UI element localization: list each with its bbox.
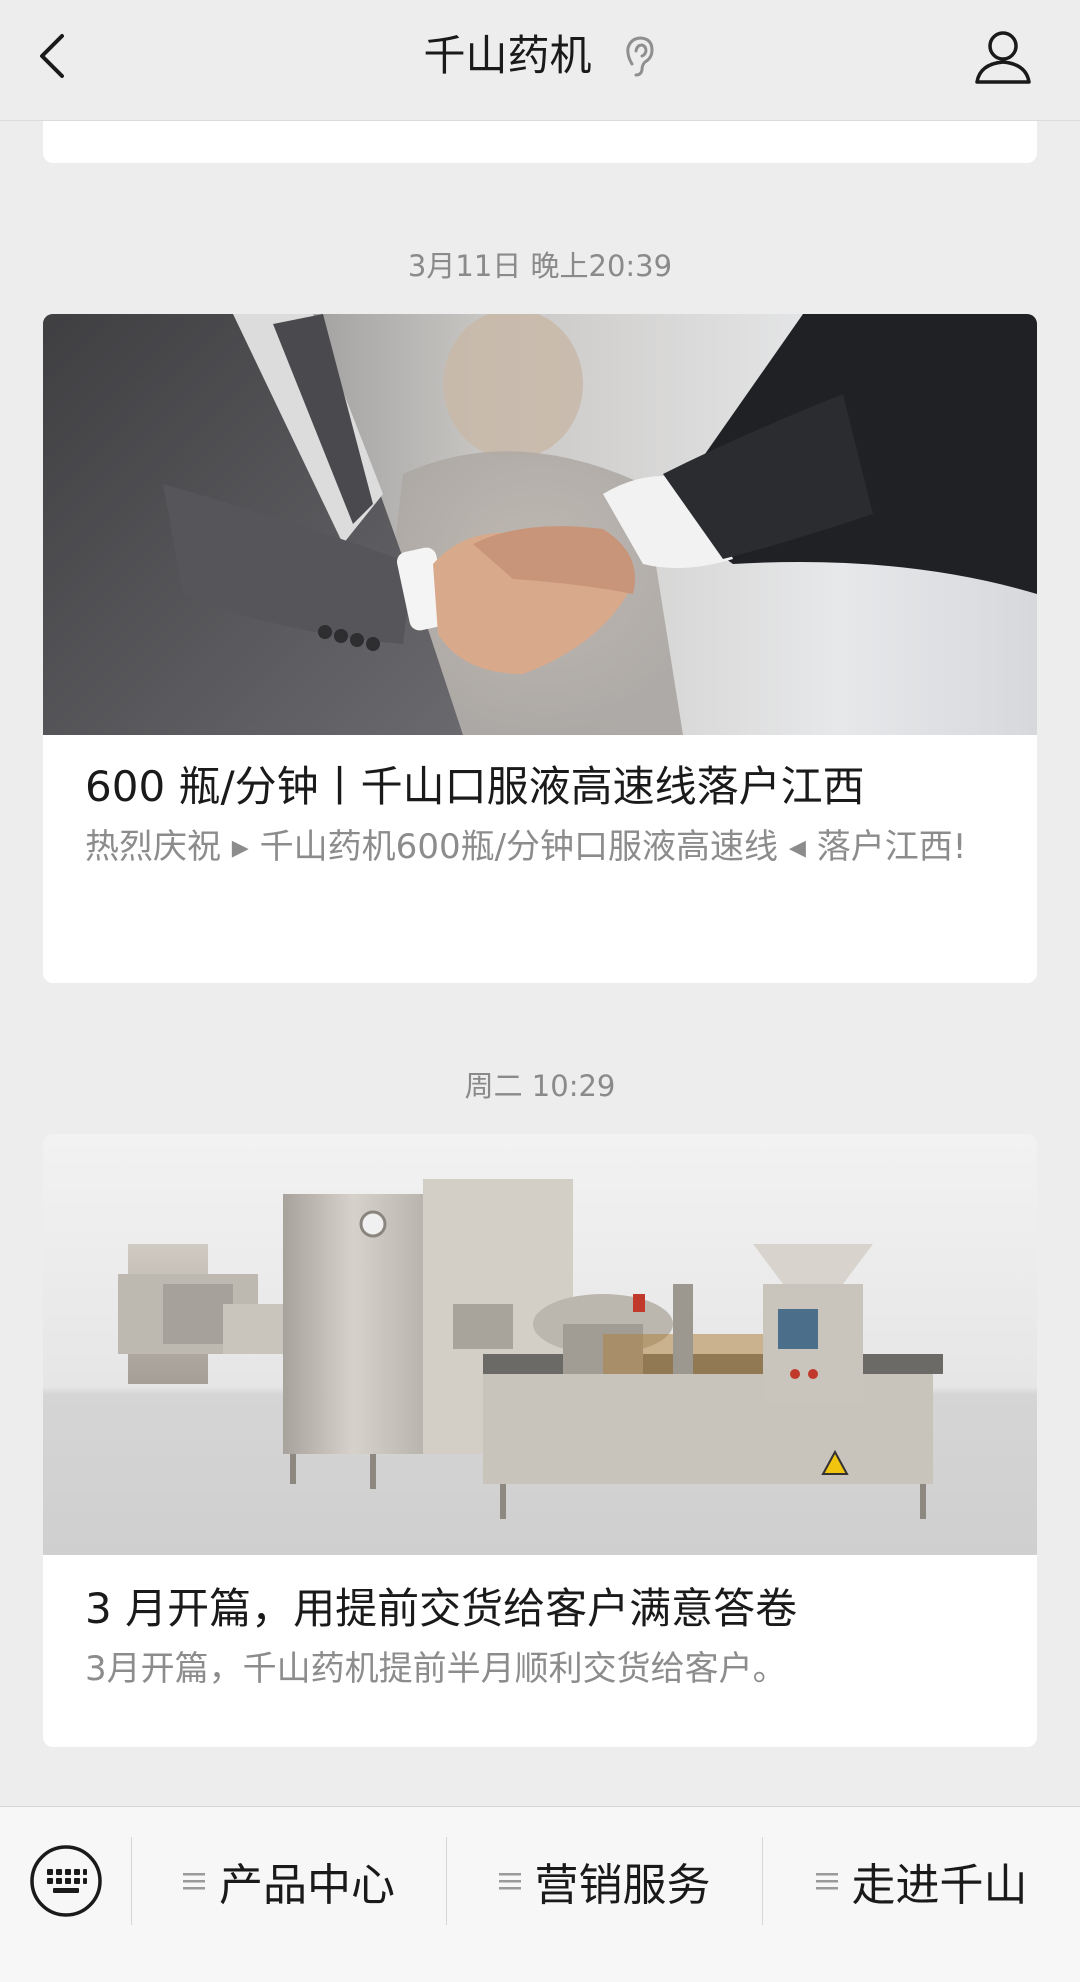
keyboard-toggle-button[interactable] [29,1844,103,1918]
message-feed[interactable]: 3月11日 晚上20:39 600 瓶/分钟丨千山口服液高速线落户江西 热烈庆祝… [0,0,1080,1806]
menu-lines-icon [498,1873,521,1890]
page-title: 千山药机 [423,31,592,80]
profile-button[interactable] [972,26,1034,86]
article-description: 3月开篇，千山药机提前半月顺利交货给客户。 [85,1649,787,1689]
menu-lines-icon [815,1873,838,1890]
menu-item-label: 走进千山 [851,1860,1028,1911]
bottom-menu-bar: 产品中心 营销服务 走进千山 [0,1806,1080,1982]
message-timestamp: 3月11日 晚上20:39 [407,249,673,283]
message-timestamp: 周二 10:29 [464,1069,616,1103]
ear-icon [623,34,657,78]
article-title: 3 月开篇，用提前交货给客户满意答卷 [85,1584,798,1633]
article-card[interactable]: 600 瓶/分钟丨千山口服液高速线落户江西 热烈庆祝 ▸ 千山药机600瓶/分钟… [43,314,1037,983]
machinery-image [43,1134,1037,1555]
menu-item-products[interactable]: 产品中心 [132,1837,446,1925]
handshake-image [43,314,1037,735]
menu-item-label: 产品中心 [219,1860,395,1911]
keyboard-icon [30,1845,102,1917]
article-title: 600 瓶/分钟丨千山口服液高速线落户江西 [85,762,865,811]
title-area: 千山药机 [0,28,1080,84]
menu-item-marketing[interactable]: 营销服务 [447,1837,762,1925]
top-nav-bar: 千山药机 [0,0,1080,121]
menu-lines-icon [183,1873,205,1890]
article-description: 热烈庆祝 ▸ 千山药机600瓶/分钟口服液高速线 ◂ 落户江西! [85,827,967,867]
article-card[interactable]: 3 月开篇，用提前交货给客户满意答卷 3月开篇，千山药机提前半月顺利交货给客户。 [43,1134,1037,1747]
menu-item-label: 营销服务 [534,1860,711,1911]
menu-item-about[interactable]: 走进千山 [763,1837,1080,1925]
user-icon [975,31,1031,84]
